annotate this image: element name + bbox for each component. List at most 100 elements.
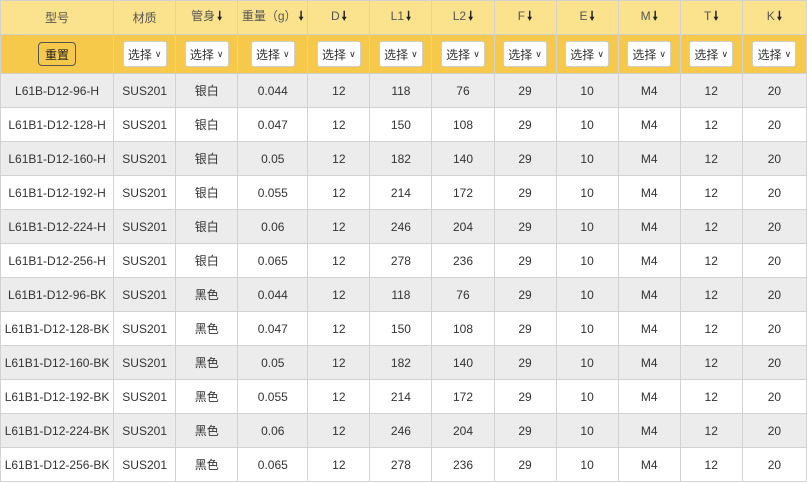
table-row[interactable]: L61B1-D12-192-BK SUS201 黑色 0.055 12 214 172 29 1… bbox=[0, 379, 807, 414]
table-cell: M4 bbox=[617, 277, 681, 312]
table-cell: 12 bbox=[679, 107, 743, 142]
table-cell: 76 bbox=[431, 277, 495, 312]
table-cell: 12 bbox=[679, 73, 743, 108]
table-cell: 10 bbox=[555, 379, 619, 414]
table-row[interactable]: L61B1-D12-96-BK SUS201 黑色 0.044 12 118 76 29 10 M… bbox=[0, 277, 807, 312]
filter-select[interactable]: 选择 ∨ bbox=[440, 41, 485, 67]
table-cell: 0.06 bbox=[237, 209, 309, 244]
filter-select[interactable]: 选择 ∨ bbox=[122, 41, 167, 67]
chevron-down-icon: ∨ bbox=[282, 48, 290, 59]
table-cell: 10 bbox=[555, 345, 619, 380]
sort-arrow-icon[interactable]: 🠗 bbox=[590, 7, 595, 28]
sort-arrow-icon[interactable]: 🠗 bbox=[527, 7, 532, 28]
filter-select[interactable]: 选择 ∨ bbox=[689, 41, 734, 67]
table-row[interactable]: L61B1-D12-160-H SUS201 银白 0.05 12 182 140 29 10 M… bbox=[0, 141, 807, 176]
table-cell: 20 bbox=[741, 175, 807, 210]
filter-cell-8: 选择 ∨ bbox=[555, 34, 619, 74]
chevron-down-icon: ∨ bbox=[411, 48, 418, 59]
table-cell: 204 bbox=[431, 209, 495, 244]
table-row[interactable]: L61B1-D12-128-H SUS201 银白 0.047 12 150 108 29 10… bbox=[0, 107, 807, 142]
table-cell: 12 bbox=[307, 73, 371, 108]
column-header-2[interactable]: 管身 🠗 bbox=[175, 0, 239, 35]
table-cell: SUS201 bbox=[113, 447, 177, 482]
filter-select[interactable]: 选择 ∨ bbox=[752, 41, 797, 67]
column-header-9[interactable]: M 🠗 bbox=[617, 0, 681, 35]
filter-select[interactable]: 选择 ∨ bbox=[250, 41, 295, 67]
column-header-label: T bbox=[703, 9, 712, 23]
table-cell: 20 bbox=[741, 107, 807, 142]
table-cell: 银白 bbox=[175, 107, 239, 142]
table-cell: 12 bbox=[307, 141, 371, 176]
table-cell: 0.05 bbox=[237, 141, 309, 176]
sort-arrow-icon[interactable]: 🠗 bbox=[217, 7, 222, 28]
column-header-label: E bbox=[579, 9, 588, 23]
filter-cell-10: 选择 ∨ bbox=[679, 34, 743, 74]
table-row[interactable]: L61B-D12-96-H SUS201 银白 0.044 12 118 76 29 10 M4 1… bbox=[0, 73, 807, 108]
sort-arrow-icon[interactable]: 🠗 bbox=[342, 7, 347, 28]
chevron-down-icon: ∨ bbox=[784, 48, 792, 59]
table-cell: 76 bbox=[431, 73, 495, 108]
column-header-11[interactable]: K 🠗 bbox=[741, 0, 807, 35]
table-cell: 12 bbox=[679, 175, 743, 210]
column-header-label: L1 bbox=[390, 9, 405, 23]
table-row[interactable]: L61B1-D12-160-BK SUS201 黑色 0.05 12 182 140 29 10… bbox=[0, 345, 807, 380]
table-cell: 20 bbox=[741, 413, 807, 448]
sort-arrow-icon[interactable]: 🠗 bbox=[713, 7, 718, 28]
table-cell: 10 bbox=[555, 243, 619, 278]
column-header-4[interactable]: D 🠗 bbox=[307, 0, 371, 35]
column-header-10[interactable]: T 🠗 bbox=[679, 0, 743, 35]
filter-select-label: 选择 bbox=[632, 47, 657, 62]
table-row[interactable]: L61B1-D12-256-H SUS201 银白 0.065 12 278 236 29 10… bbox=[0, 243, 807, 278]
column-header-7[interactable]: F 🠗 bbox=[493, 0, 557, 35]
filter-select[interactable]: 选择 ∨ bbox=[184, 41, 229, 67]
table-cell: 12 bbox=[307, 243, 371, 278]
filter-select[interactable]: 选择 ∨ bbox=[378, 41, 423, 67]
filter-cell-6: 选择 ∨ bbox=[431, 34, 495, 74]
filter-select[interactable]: 选择 ∨ bbox=[565, 41, 610, 67]
table-cell: 0.044 bbox=[237, 277, 309, 312]
sort-arrow-icon[interactable]: 🠗 bbox=[299, 7, 304, 28]
filter-select[interactable]: 选择 ∨ bbox=[316, 41, 361, 67]
table-cell: M4 bbox=[617, 73, 681, 108]
table-cell: 0.047 bbox=[237, 311, 309, 346]
table-cell: L61B1-D12-192-BK bbox=[0, 379, 115, 414]
sort-arrow-icon[interactable]: 🠗 bbox=[468, 7, 473, 28]
table-row[interactable]: L61B1-D12-224-BK SUS201 黑色 0.06 12 246 204 29 10… bbox=[0, 413, 807, 448]
table-cell: 0.047 bbox=[237, 107, 309, 142]
table-row[interactable]: L61B1-D12-128-BK SUS201 黑色 0.047 12 150 108 29 1… bbox=[0, 311, 807, 346]
table-cell: L61B1-D12-128-BK bbox=[0, 311, 115, 346]
sort-arrow-icon[interactable]: 🠗 bbox=[653, 7, 658, 28]
reset-button[interactable]: 重置 bbox=[38, 42, 77, 66]
column-header-8[interactable]: E 🠗 bbox=[555, 0, 619, 35]
column-header-1: 材质 bbox=[113, 0, 177, 35]
sort-arrow-icon[interactable]: 🠗 bbox=[406, 7, 411, 28]
table-cell: SUS201 bbox=[113, 379, 177, 414]
filter-select[interactable]: 选择 ∨ bbox=[503, 41, 548, 67]
table-cell: L61B1-D12-160-BK bbox=[0, 345, 115, 380]
column-header-row: 型号 材质 管身 🠗 重量（g） 🠗 D 🠗 L1 🠗 L2 🠗 F 🠗 E 🠗 M 🠗 T 🠗 K 🠗 bbox=[0, 0, 807, 35]
table-cell: 29 bbox=[493, 413, 557, 448]
table-cell: 29 bbox=[493, 209, 557, 244]
table-row[interactable]: L61B1-D12-256-BK SUS201 黑色 0.065 12 278 236 29 1… bbox=[0, 447, 807, 482]
table-cell: SUS201 bbox=[113, 209, 177, 244]
table-row[interactable]: L61B1-D12-192-H SUS201 银白 0.055 12 214 172 29 10… bbox=[0, 175, 807, 210]
filter-select-label: 选择 bbox=[508, 47, 533, 62]
table-cell: 12 bbox=[307, 379, 371, 414]
table-cell: 278 bbox=[369, 243, 433, 278]
table-row[interactable]: L61B1-D12-224-H SUS201 银白 0.06 12 246 204 29 10 M… bbox=[0, 209, 807, 244]
column-header-5[interactable]: L1 🠗 bbox=[369, 0, 433, 35]
filter-select[interactable]: 选择 ∨ bbox=[627, 41, 672, 67]
table-cell: 银白 bbox=[175, 209, 239, 244]
table-cell: 银白 bbox=[175, 243, 239, 278]
sort-arrow-icon[interactable]: 🠗 bbox=[777, 7, 782, 28]
table-cell: 29 bbox=[493, 141, 557, 176]
chevron-down-icon: ∨ bbox=[216, 48, 224, 59]
table-cell: 0.055 bbox=[237, 379, 309, 414]
column-header-6[interactable]: L2 🠗 bbox=[431, 0, 495, 35]
table-cell: 29 bbox=[493, 447, 557, 482]
column-header-3[interactable]: 重量（g） 🠗 bbox=[237, 0, 309, 35]
filter-select-label: 选择 bbox=[446, 47, 471, 62]
table-cell: 108 bbox=[431, 311, 495, 346]
table-cell: 214 bbox=[369, 175, 433, 210]
column-header-label: M bbox=[640, 9, 651, 23]
